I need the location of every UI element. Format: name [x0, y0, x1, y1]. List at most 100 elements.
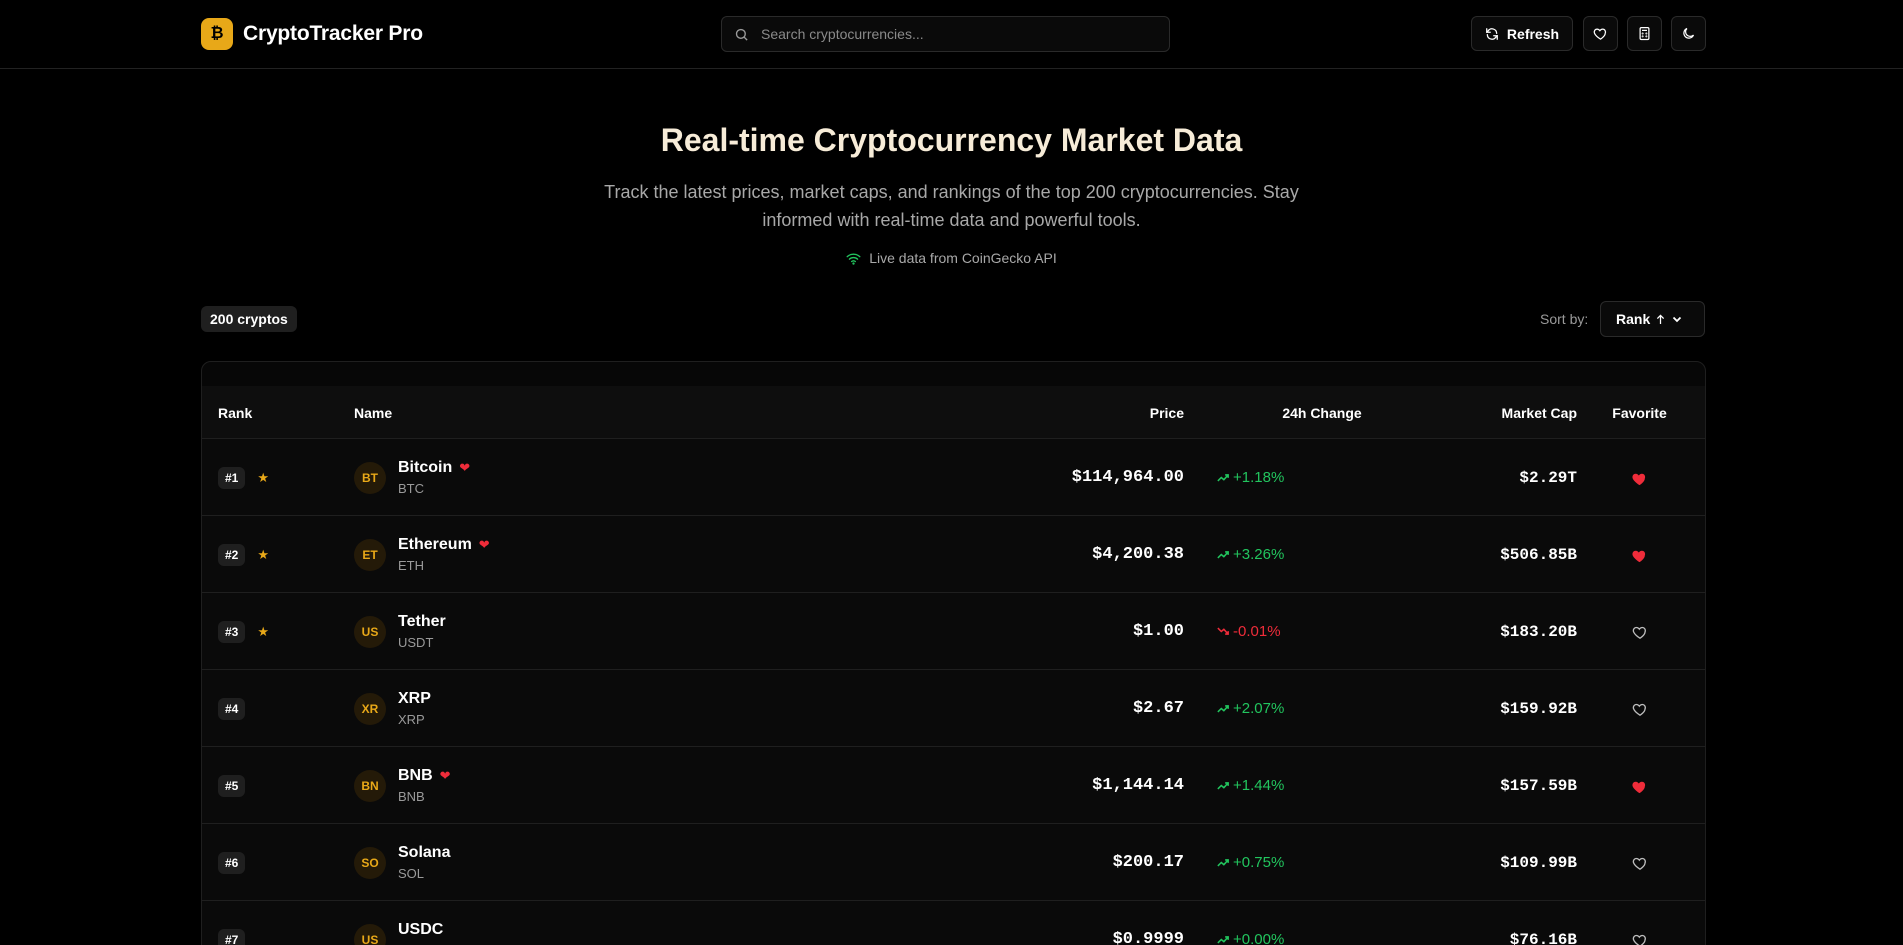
trend-up-icon: [1217, 551, 1229, 559]
favorited-heart-icon: ❤: [459, 460, 471, 475]
rank-badge: #4: [218, 697, 246, 720]
top-header: ₿ CryptoTracker Pro Refresh: [0, 0, 1903, 69]
top-rank-star-icon: ★: [257, 623, 270, 639]
table-row[interactable]: #4 XR XRP XRP $2.67 +2.07% $159.92B: [202, 670, 1705, 747]
column-header-24h-change[interactable]: 24h Change: [1247, 386, 1397, 439]
heart-outline-icon[interactable]: [1632, 624, 1648, 639]
rank-badge: #3: [218, 620, 246, 643]
coin-symbol: ETH: [398, 558, 424, 573]
heart-filled-icon[interactable]: [1631, 547, 1648, 563]
trend-up-icon: [1217, 782, 1229, 790]
table-row[interactable]: #2 ★ ET Ethereum ❤ ETH $4,200.38 +3.26% $506.85B: [202, 516, 1705, 593]
heart-filled-icon[interactable]: [1631, 470, 1648, 486]
name-cell: USUSDCUSDC: [354, 901, 443, 945]
rank-cell: #2 ★: [218, 516, 269, 593]
coin-name: BNB: [398, 767, 433, 784]
rank-badge: #6: [218, 851, 246, 874]
heart-filled-icon[interactable]: [1631, 778, 1648, 794]
app-logo[interactable]: ₿ CryptoTracker Pro: [201, 18, 423, 50]
column-header-market-cap[interactable]: Market Cap: [1432, 386, 1577, 439]
heart-outline-icon[interactable]: [1632, 855, 1648, 870]
change-value: +0.00%: [1233, 931, 1285, 945]
rank-badge: #2: [218, 543, 246, 566]
moon-icon: [1683, 27, 1695, 39]
search-input[interactable]: [761, 26, 1141, 42]
change-value: +1.18%: [1233, 469, 1285, 486]
price-cell: $114,964.00: [1071, 468, 1184, 487]
table-header: Rank Name Price 24h Change Market Cap Fa…: [202, 386, 1705, 439]
wifi-icon: [846, 253, 861, 265]
favorite-toggle[interactable]: [1582, 901, 1697, 945]
favorite-toggle[interactable]: [1582, 824, 1697, 901]
live-data-text: Live data from CoinGecko API: [869, 250, 1057, 266]
name-cell: SO Solana SOL: [354, 824, 450, 901]
market-cap-cell: $2.29T: [1519, 468, 1577, 487]
coin-symbol: XRP: [398, 712, 425, 727]
change-cell: +0.75%: [1217, 824, 1284, 901]
heart-outline-icon[interactable]: [1632, 701, 1648, 716]
price-cell: $0.9999: [1112, 930, 1184, 945]
favorite-toggle[interactable]: [1582, 670, 1697, 747]
crypto-count-badge: 200 cryptos: [201, 306, 297, 332]
theme-toggle-button[interactable]: [1671, 16, 1706, 51]
coin-name: Solana: [398, 844, 451, 861]
table-row[interactable]: #6 SO Solana SOL $200.17 +0.75% $109.99B: [202, 824, 1705, 901]
refresh-button[interactable]: Refresh: [1471, 16, 1573, 51]
coin-avatar: BN: [354, 769, 386, 802]
name-cell: BN BNB ❤ BNB: [354, 747, 451, 824]
coin-symbol: BNB: [398, 789, 425, 804]
rank-badge: #1: [218, 466, 246, 489]
change-cell: +1.44%: [1217, 747, 1284, 824]
refresh-label: Refresh: [1506, 25, 1560, 42]
favorite-toggle[interactable]: [1582, 747, 1697, 824]
trend-up-icon: [1217, 936, 1229, 944]
coin-name: Ethereum: [398, 536, 472, 553]
favorited-heart-icon: ❤: [439, 768, 451, 783]
top-rank-star-icon: ★: [257, 469, 270, 485]
arrow-up-icon: [1657, 314, 1665, 324]
column-header-name[interactable]: Name: [354, 386, 392, 439]
sort-select[interactable]: Rank: [1600, 301, 1705, 337]
app-title: CryptoTracker Pro: [243, 22, 423, 45]
page-subtitle: Track the latest prices, market caps, an…: [604, 182, 1299, 230]
change-value: +3.26%: [1233, 546, 1285, 563]
trend-up-icon: [1217, 474, 1229, 482]
calculator-button[interactable]: [1627, 16, 1662, 51]
name-cell: ET Ethereum ❤ ETH: [354, 516, 490, 593]
favorites-button[interactable]: [1583, 16, 1618, 51]
price-cell: $4,200.38: [1092, 545, 1184, 564]
column-header-price[interactable]: Price: [902, 386, 1184, 439]
coin-name: Bitcoin: [398, 459, 453, 476]
rank-badge: #5: [218, 774, 246, 797]
favorite-toggle[interactable]: [1582, 439, 1697, 516]
table-row[interactable]: #1 ★ BT Bitcoin ❤ BTC $114,964.00 +1.18% $2.29T: [202, 439, 1705, 516]
rank-cell: #3 ★: [218, 593, 269, 670]
heart-outline-icon[interactable]: [1632, 932, 1648, 945]
name-cell: XR XRP XRP: [354, 670, 431, 747]
rank-cell: #5: [218, 747, 246, 824]
trend-down-icon: [1217, 627, 1229, 635]
market-cap-cell: $76.16B: [1509, 930, 1577, 945]
price-cell: $1,144.14: [1092, 776, 1184, 795]
change-value: +0.75%: [1233, 854, 1285, 871]
table-row[interactable]: #7USUSDCUSDC$0.9999+0.00%$76.16B: [202, 901, 1705, 945]
coin-avatar: XR: [354, 692, 386, 725]
coin-symbol: BTC: [398, 481, 424, 496]
rank-cell: #1 ★: [218, 439, 269, 516]
search-bar[interactable]: [721, 16, 1170, 52]
bitcoin-logo-icon: ₿: [201, 18, 233, 50]
change-cell: +0.00%: [1217, 901, 1284, 945]
crypto-table: Rank Name Price 24h Change Market Cap Fa…: [201, 361, 1706, 945]
coin-symbol: USDT: [398, 635, 434, 650]
chevron-down-icon: [1673, 316, 1682, 323]
change-value: +1.44%: [1233, 777, 1285, 794]
coin-name: Tether: [398, 613, 446, 630]
favorite-toggle[interactable]: [1582, 516, 1697, 593]
favorite-toggle[interactable]: [1582, 593, 1697, 670]
table-row[interactable]: #5 BN BNB ❤ BNB $1,144.14 +1.44% $157.59B: [202, 747, 1705, 824]
column-header-rank[interactable]: Rank: [218, 386, 252, 439]
heart-icon: [1593, 28, 1607, 40]
table-row[interactable]: #3 ★ US Tether USDT $1.00 -0.01% $183.20B: [202, 593, 1705, 670]
change-value: +2.07%: [1233, 700, 1285, 717]
market-cap-cell: $157.59B: [1500, 776, 1577, 795]
